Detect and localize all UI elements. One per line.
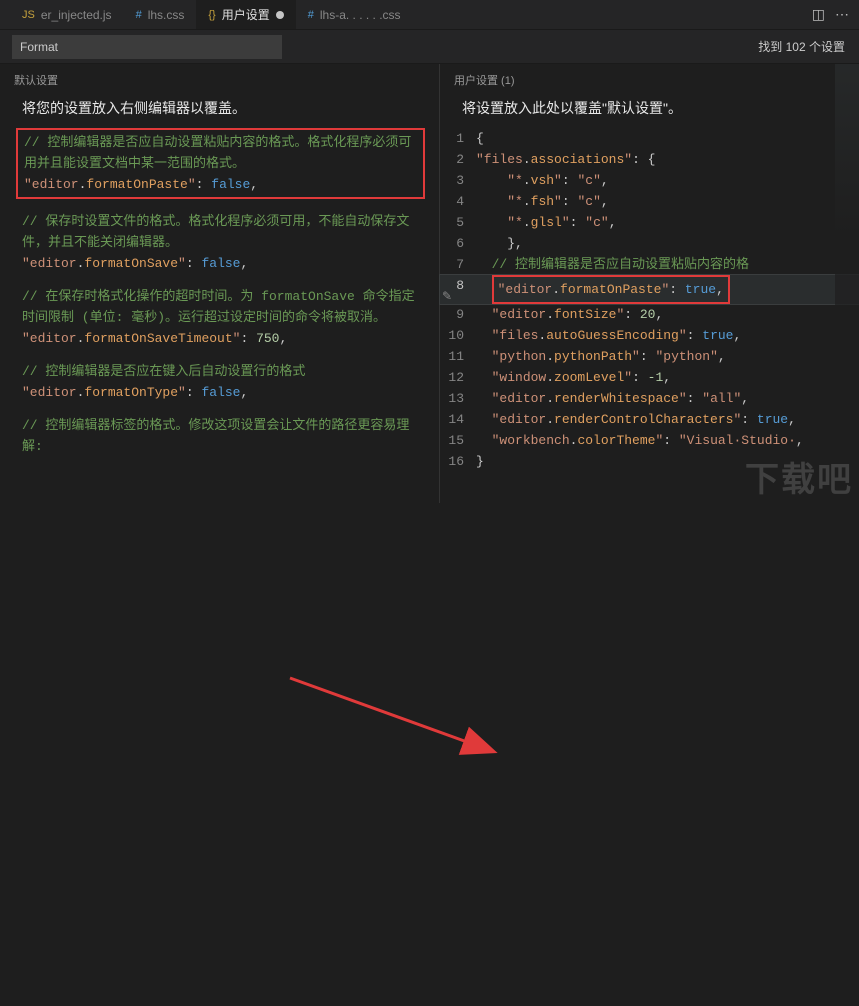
more-actions-icon[interactable]: ⋯: [835, 6, 849, 23]
annotation-arrow: [0, 503, 859, 1006]
user-settings-code[interactable]: 1{2"files.associations": {3 "*.vsh": "c"…: [440, 128, 859, 472]
line-number: 6: [440, 233, 476, 254]
line-number: 12: [440, 367, 476, 388]
line-number: 10: [440, 325, 476, 346]
user-settings-header: 用户设置 (1): [440, 70, 859, 94]
default-settings-code[interactable]: // 控制编辑器是否应自动设置粘贴内容的格式。格式化程序必须可用并且能设置文档中…: [0, 128, 439, 469]
default-settings-hint: 将您的设置放入右侧编辑器以覆盖。: [0, 94, 439, 128]
code-line[interactable]: 2"files.associations": {: [440, 149, 859, 170]
watermark: 下载吧: [745, 452, 853, 501]
tab[interactable]: # lhs-a. . . . . .css: [296, 0, 413, 29]
code-line[interactable]: 9 "editor.fontSize": 20,: [440, 304, 859, 325]
line-number: 11: [440, 346, 476, 367]
line-number: 9: [440, 304, 476, 325]
line-number: 3: [440, 170, 476, 191]
settings-panes: 默认设置 将您的设置放入右侧编辑器以覆盖。 // 控制编辑器是否应自动设置粘贴内…: [0, 64, 859, 503]
user-settings-pane: 用户设置 (1) 将设置放入此处以覆盖"默认设置"。 ✎ 1{2"files.a…: [440, 64, 859, 503]
line-number: 1: [440, 128, 476, 149]
code-line[interactable]: 4 "*.fsh": "c",: [440, 191, 859, 212]
file-icon: #: [136, 9, 142, 21]
settings-search-bar: 找到 102 个设置: [0, 30, 859, 64]
tab[interactable]: {} 用户设置: [196, 0, 295, 29]
line-number: 4: [440, 191, 476, 212]
line-number: 13: [440, 388, 476, 409]
code-line[interactable]: 7 // 控制编辑器是否应自动设置粘贴内容的格: [440, 254, 859, 275]
tab-label: lhs-a. . . . . .css: [320, 8, 401, 22]
code-line[interactable]: 8 "editor.formatOnPaste": true,: [440, 275, 859, 304]
code-line[interactable]: 11 "python.pythonPath": "python",: [440, 346, 859, 367]
edit-pencil-icon[interactable]: ✎: [442, 289, 452, 303]
setting-block: // 控制编辑器是否应在键入后自动设置行的格式"editor.formatOnT…: [0, 361, 439, 403]
code-line[interactable]: 6 },: [440, 233, 859, 254]
line-number: 2: [440, 149, 476, 170]
code-line[interactable]: 13 "editor.renderWhitespace": "all",: [440, 388, 859, 409]
line-number: 15: [440, 430, 476, 451]
file-icon: JS: [22, 9, 35, 21]
tab[interactable]: # lhs.css: [124, 0, 197, 29]
tab-bar: JS er_injected.js # lhs.css {} 用户设置 # lhs-a. . …: [0, 0, 859, 30]
line-number: 7: [440, 254, 476, 275]
file-icon: {}: [208, 9, 215, 21]
tab-label: 用户设置: [222, 6, 270, 23]
default-settings-header: 默认设置: [0, 70, 439, 94]
line-number: 16: [440, 451, 476, 472]
minimap[interactable]: [835, 64, 859, 503]
line-number: 5: [440, 212, 476, 233]
tab-label: er_injected.js: [41, 8, 112, 22]
tab[interactable]: JS er_injected.js: [10, 0, 124, 29]
dirty-indicator-icon: [276, 11, 284, 19]
setting-block: // 控制编辑器是否应自动设置粘贴内容的格式。格式化程序必须可用并且能设置文档中…: [16, 128, 425, 199]
file-icon: #: [308, 9, 314, 21]
code-line[interactable]: 15 "workbench.colorTheme": "Visual·Studi…: [440, 430, 859, 451]
setting-block: // 保存时设置文件的格式。格式化程序必须可用，不能自动保存文件，并且不能关闭编…: [0, 211, 439, 274]
code-line[interactable]: 1{: [440, 128, 859, 149]
line-number: 14: [440, 409, 476, 430]
code-line[interactable]: 3 "*.vsh": "c",: [440, 170, 859, 191]
split-editor-icon[interactable]: ◫: [812, 6, 825, 23]
code-line[interactable]: 5 "*.glsl": "c",: [440, 212, 859, 233]
setting-block: // 在保存时格式化操作的超时时间。为 formatOnSave 命令指定时间限…: [0, 286, 439, 349]
code-line[interactable]: 12 "window.zoomLevel": -1,: [440, 367, 859, 388]
search-result-count: 找到 102 个设置: [758, 38, 845, 55]
tab-label: lhs.css: [148, 8, 185, 22]
user-settings-hint: 将设置放入此处以覆盖"默认设置"。: [440, 94, 859, 128]
code-line[interactable]: 14 "editor.renderControlCharacters": tru…: [440, 409, 859, 430]
settings-search-input[interactable]: [12, 35, 282, 59]
code-line[interactable]: 10 "files.autoGuessEncoding": true,: [440, 325, 859, 346]
setting-block: // 控制编辑器标签的格式。修改这项设置会让文件的路径更容易理解:: [0, 415, 439, 457]
default-settings-pane: 默认设置 将您的设置放入右侧编辑器以覆盖。 // 控制编辑器是否应自动设置粘贴内…: [0, 64, 440, 503]
